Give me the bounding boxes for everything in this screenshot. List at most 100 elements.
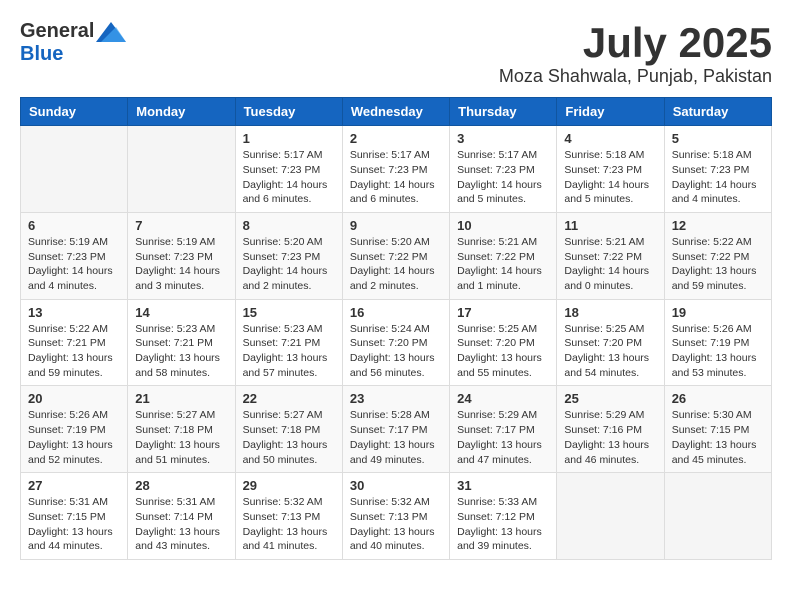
calendar-cell: [21, 126, 128, 213]
day-detail: Sunrise: 5:21 AM Sunset: 7:22 PM Dayligh…: [457, 235, 549, 294]
day-number: 28: [135, 478, 227, 493]
calendar-week-row: 13 Sunrise: 5:22 AM Sunset: 7:21 PM Dayli…: [21, 299, 772, 386]
calendar-cell: 15Sunrise: 5:23 AM Sunset: 7:21 PM Dayli…: [235, 299, 342, 386]
calendar-cell: 30 Sunrise: 5:32 AM Sunset: 7:13 PM Dayli…: [342, 473, 449, 560]
calendar-week-row: 20 Sunrise: 5:26 AM Sunset: 7:19 PM Dayli…: [21, 386, 772, 473]
calendar-cell: 31 Sunrise: 5:33 AM Sunset: 7:12 PM Dayli…: [450, 473, 557, 560]
day-number: 2: [350, 131, 442, 146]
day-number: 16: [350, 305, 442, 320]
calendar-cell: 9 Sunrise: 5:20 AM Sunset: 7:22 PM Daylig…: [342, 212, 449, 299]
day-detail: Sunrise: 5:17 AM Sunset: 7:23 PM Dayligh…: [350, 148, 442, 207]
page-header: General Blue July 2025 Moza Shahwala, Pu…: [20, 20, 772, 87]
day-detail: Sunrise: 5:19 AM Sunset: 7:23 PM Dayligh…: [28, 235, 120, 294]
day-number: 19: [672, 305, 764, 320]
day-number: 30: [350, 478, 442, 493]
calendar-cell: 23Sunrise: 5:28 AM Sunset: 7:17 PM Dayli…: [342, 386, 449, 473]
day-detail: Sunrise: 5:22 AM Sunset: 7:22 PM Dayligh…: [672, 235, 764, 294]
title-area: July 2025 Moza Shahwala, Punjab, Pakista…: [499, 20, 772, 87]
day-number: 29: [243, 478, 335, 493]
day-number: 26: [672, 391, 764, 406]
day-detail: Sunrise: 5:26 AM Sunset: 7:19 PM Dayligh…: [28, 408, 120, 467]
day-number: 4: [564, 131, 656, 146]
day-detail: Sunrise: 5:25 AM Sunset: 7:20 PM Dayligh…: [564, 322, 656, 381]
day-number: 3: [457, 131, 549, 146]
location-title: Moza Shahwala, Punjab, Pakistan: [499, 66, 772, 87]
day-detail: Sunrise: 5:27 AM Sunset: 7:18 PM Dayligh…: [243, 408, 335, 467]
calendar-cell: 6 Sunrise: 5:19 AM Sunset: 7:23 PM Daylig…: [21, 212, 128, 299]
month-title: July 2025: [499, 20, 772, 66]
day-number: 24: [457, 391, 549, 406]
calendar-cell: 17 Sunrise: 5:25 AM Sunset: 7:20 PM Dayli…: [450, 299, 557, 386]
day-detail: Sunrise: 5:29 AM Sunset: 7:16 PM Dayligh…: [564, 408, 656, 467]
day-number: 20: [28, 391, 120, 406]
calendar-week-row: 1 Sunrise: 5:17 AM Sunset: 7:23 PM Daylig…: [21, 126, 772, 213]
day-detail: Sunrise: 5:18 AM Sunset: 7:23 PM Dayligh…: [564, 148, 656, 207]
day-number: 23: [350, 391, 442, 406]
day-number: 11: [564, 218, 656, 233]
day-number: 13: [28, 305, 120, 320]
calendar-header-sunday: Sunday: [21, 98, 128, 126]
day-detail: Sunrise: 5:31 AM Sunset: 7:14 PM Dayligh…: [135, 495, 227, 554]
calendar-header-wednesday: Wednesday: [342, 98, 449, 126]
day-number: 22: [243, 391, 335, 406]
day-detail: Sunrise: 5:32 AM Sunset: 7:13 PM Dayligh…: [243, 495, 335, 554]
calendar-cell: 18 Sunrise: 5:25 AM Sunset: 7:20 PM Dayli…: [557, 299, 664, 386]
calendar-header-saturday: Saturday: [664, 98, 771, 126]
day-number: 17: [457, 305, 549, 320]
day-number: 25: [564, 391, 656, 406]
day-detail: Sunrise: 5:31 AM Sunset: 7:15 PM Dayligh…: [28, 495, 120, 554]
day-detail: Sunrise: 5:29 AM Sunset: 7:17 PM Dayligh…: [457, 408, 549, 467]
day-number: 10: [457, 218, 549, 233]
calendar-header-thursday: Thursday: [450, 98, 557, 126]
day-number: 5: [672, 131, 764, 146]
day-number: 27: [28, 478, 120, 493]
day-number: 18: [564, 305, 656, 320]
day-detail: Sunrise: 5:17 AM Sunset: 7:23 PM Dayligh…: [457, 148, 549, 207]
day-number: 12: [672, 218, 764, 233]
calendar-header-row: SundayMondayTuesdayWednesdayThursdayFrid…: [21, 98, 772, 126]
calendar-cell: 21Sunrise: 5:27 AM Sunset: 7:18 PM Dayli…: [128, 386, 235, 473]
day-detail: Sunrise: 5:18 AM Sunset: 7:23 PM Dayligh…: [672, 148, 764, 207]
calendar-cell: 5 Sunrise: 5:18 AM Sunset: 7:23 PM Daylig…: [664, 126, 771, 213]
day-detail: Sunrise: 5:21 AM Sunset: 7:22 PM Dayligh…: [564, 235, 656, 294]
calendar-cell: 2 Sunrise: 5:17 AM Sunset: 7:23 PM Daylig…: [342, 126, 449, 213]
day-detail: Sunrise: 5:32 AM Sunset: 7:13 PM Dayligh…: [350, 495, 442, 554]
logo-blue-text: Blue: [20, 43, 63, 66]
logo: General Blue: [20, 20, 126, 66]
calendar-cell: 10 Sunrise: 5:21 AM Sunset: 7:22 PM Dayli…: [450, 212, 557, 299]
calendar-cell: 24 Sunrise: 5:29 AM Sunset: 7:17 PM Dayli…: [450, 386, 557, 473]
day-detail: Sunrise: 5:25 AM Sunset: 7:20 PM Dayligh…: [457, 322, 549, 381]
day-detail: Sunrise: 5:23 AM Sunset: 7:21 PM Dayligh…: [135, 322, 227, 381]
calendar-week-row: 27 Sunrise: 5:31 AM Sunset: 7:15 PM Dayli…: [21, 473, 772, 560]
calendar-header-friday: Friday: [557, 98, 664, 126]
calendar-cell: 7Sunrise: 5:19 AM Sunset: 7:23 PM Daylig…: [128, 212, 235, 299]
calendar-cell: 14Sunrise: 5:23 AM Sunset: 7:21 PM Dayli…: [128, 299, 235, 386]
logo-general-text: General: [20, 20, 94, 43]
day-number: 15: [243, 305, 335, 320]
calendar-cell: 13 Sunrise: 5:22 AM Sunset: 7:21 PM Dayli…: [21, 299, 128, 386]
calendar-cell: 20 Sunrise: 5:26 AM Sunset: 7:19 PM Dayli…: [21, 386, 128, 473]
calendar-cell: 22 Sunrise: 5:27 AM Sunset: 7:18 PM Dayli…: [235, 386, 342, 473]
calendar-cell: 3 Sunrise: 5:17 AM Sunset: 7:23 PM Daylig…: [450, 126, 557, 213]
day-number: 6: [28, 218, 120, 233]
calendar-cell: 16 Sunrise: 5:24 AM Sunset: 7:20 PM Dayli…: [342, 299, 449, 386]
calendar-cell: 8Sunrise: 5:20 AM Sunset: 7:23 PM Daylig…: [235, 212, 342, 299]
day-detail: Sunrise: 5:20 AM Sunset: 7:22 PM Dayligh…: [350, 235, 442, 294]
day-detail: Sunrise: 5:24 AM Sunset: 7:20 PM Dayligh…: [350, 322, 442, 381]
day-number: 1: [243, 131, 335, 146]
calendar-cell: 19 Sunrise: 5:26 AM Sunset: 7:19 PM Dayli…: [664, 299, 771, 386]
day-detail: Sunrise: 5:26 AM Sunset: 7:19 PM Dayligh…: [672, 322, 764, 381]
day-number: 31: [457, 478, 549, 493]
calendar-header-monday: Monday: [128, 98, 235, 126]
calendar-header-tuesday: Tuesday: [235, 98, 342, 126]
calendar-cell: 28 Sunrise: 5:31 AM Sunset: 7:14 PM Dayli…: [128, 473, 235, 560]
calendar-cell: 26Sunrise: 5:30 AM Sunset: 7:15 PM Dayli…: [664, 386, 771, 473]
logo-icon: [96, 22, 126, 42]
calendar-cell: 12 Sunrise: 5:22 AM Sunset: 7:22 PM Dayli…: [664, 212, 771, 299]
day-detail: Sunrise: 5:19 AM Sunset: 7:23 PM Dayligh…: [135, 235, 227, 294]
day-detail: Sunrise: 5:33 AM Sunset: 7:12 PM Dayligh…: [457, 495, 549, 554]
calendar-cell: 29 Sunrise: 5:32 AM Sunset: 7:13 PM Dayli…: [235, 473, 342, 560]
day-detail: Sunrise: 5:22 AM Sunset: 7:21 PM Dayligh…: [28, 322, 120, 381]
day-number: 21: [135, 391, 227, 406]
day-number: 9: [350, 218, 442, 233]
